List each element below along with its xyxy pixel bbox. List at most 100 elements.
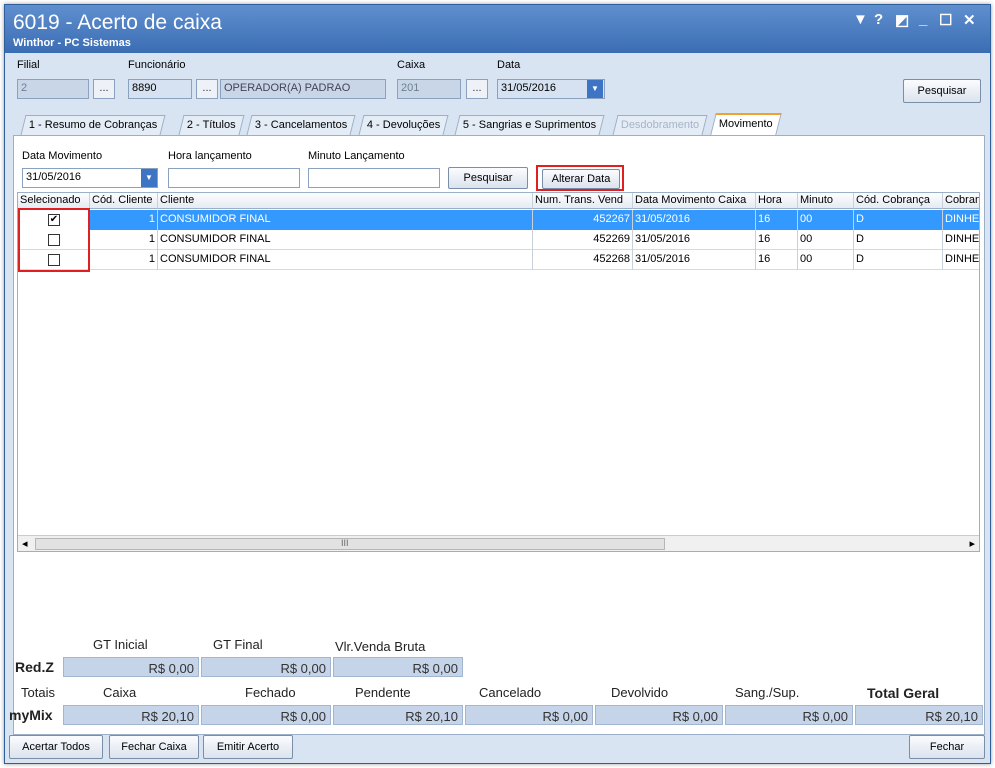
hora-cell: 16	[756, 210, 798, 230]
funcionario-name-field: OPERADOR(A) PADRAO	[220, 79, 386, 99]
minuto-lancamento-field[interactable]	[308, 168, 440, 188]
close-icon[interactable]: ✕	[963, 11, 976, 29]
window-body: Filial 2 ... Funcionário 8890 ... OPERAD…	[5, 53, 990, 763]
tab-resumo-cobrancas[interactable]: 1 - Resumo de Cobranças	[20, 115, 166, 135]
minuto-lancamento-label: Minuto Lançamento	[308, 150, 405, 162]
movimento-grid: Selecionado Cód. Cliente Cliente Num. Tr…	[17, 192, 980, 552]
column-header[interactable]: Cód. Cobrança	[854, 193, 943, 209]
tab-movimento[interactable]: Movimento	[710, 113, 782, 135]
scroll-left-icon[interactable]: ◂	[22, 537, 28, 550]
title-bar: 6019 - Acerto de caixa Winthor - PC Sist…	[5, 5, 990, 53]
table-row[interactable]: 1 CONSUMIDOR FINAL 452268 31/05/2016 16 …	[18, 250, 979, 270]
tab-cancelamentos[interactable]: 3 - Cancelamentos	[246, 115, 356, 135]
cobranca-cell: DINHEIRO	[943, 250, 979, 270]
column-header[interactable]: Num. Trans. Vend	[533, 193, 633, 209]
cod-cliente-cell: 1	[90, 230, 158, 250]
column-header[interactable]: Cód. Cliente	[90, 193, 158, 209]
filial-label: Filial	[17, 59, 40, 71]
data-mov-cell: 31/05/2016	[633, 210, 756, 230]
gt-final-label: GT Final	[213, 637, 263, 652]
tab-desdobramento: Desdobramento	[612, 115, 708, 135]
acertar-todos-button[interactable]: Acertar Todos	[9, 735, 103, 759]
cod-cobranca-cell: D	[854, 250, 943, 270]
table-row[interactable]: ✔ 1 CONSUMIDOR FINAL 452267 31/05/2016 1…	[18, 210, 979, 230]
emitir-acerto-button[interactable]: Emitir Acerto	[203, 735, 293, 759]
hora-cell: 16	[756, 250, 798, 270]
totais-label: Totais	[21, 685, 55, 700]
highlight-box	[536, 165, 624, 191]
gt-inicial-label: GT Inicial	[93, 637, 148, 652]
tab-devolucoes[interactable]: 4 - Devoluções	[358, 115, 449, 135]
caixa-total-label: Caixa	[103, 685, 137, 700]
total-geral-value: R$ 20,10	[855, 705, 983, 725]
funcionario-code-field[interactable]: 8890	[128, 79, 192, 99]
cobranca-cell: DINHEIRO	[943, 210, 979, 230]
filial-lookup-button[interactable]: ...	[93, 79, 115, 99]
horizontal-scrollbar[interactable]: ◂ III ▸	[18, 535, 979, 551]
scroll-thumb[interactable]: III	[35, 538, 665, 550]
column-header[interactable]: Cliente	[158, 193, 533, 209]
hora-lancamento-label: Hora lançamento	[168, 150, 252, 162]
fechar-button[interactable]: Fechar	[909, 735, 985, 759]
menu-dropdown-icon[interactable]: ▼	[853, 11, 868, 28]
tab-sangrias-suprimentos[interactable]: 5 - Sangrias e Suprimentos	[454, 115, 605, 135]
scroll-right-icon[interactable]: ▸	[969, 537, 975, 550]
gt-inicial-value: R$ 0,00	[63, 657, 199, 677]
minimize-icon[interactable]: _	[919, 11, 927, 28]
filial-field[interactable]: 2	[17, 79, 89, 99]
cliente-cell: CONSUMIDOR FINAL	[158, 250, 533, 270]
chevron-down-icon[interactable]: ▼	[587, 80, 603, 98]
vlr-venda-value: R$ 0,00	[333, 657, 463, 677]
cliente-cell: CONSUMIDOR FINAL	[158, 230, 533, 250]
column-header[interactable]: Minuto	[798, 193, 854, 209]
column-header[interactable]: Data Movimento Caixa	[633, 193, 756, 209]
grip-icon: III	[341, 538, 349, 548]
column-header[interactable]: Hora	[756, 193, 798, 209]
cancelado-value: R$ 0,00	[465, 705, 593, 725]
table-row[interactable]: 1 CONSUMIDOR FINAL 452269 31/05/2016 16 …	[18, 230, 979, 250]
chevron-down-icon[interactable]: ▼	[141, 169, 157, 187]
devolvido-value: R$ 0,00	[595, 705, 723, 725]
redz-label: Red.Z	[15, 659, 54, 675]
restore-icon[interactable]: ◩	[895, 11, 909, 29]
fechar-caixa-button[interactable]: Fechar Caixa	[109, 735, 199, 759]
cod-cliente-cell: 1	[90, 210, 158, 230]
num-trans-cell: 452267	[533, 210, 633, 230]
hora-lancamento-field[interactable]	[168, 168, 300, 188]
cancelado-label: Cancelado	[479, 685, 542, 700]
cliente-cell: CONSUMIDOR FINAL	[158, 210, 533, 230]
data-label: Data	[497, 59, 521, 71]
pesquisar-movimento-button[interactable]: Pesquisar	[448, 167, 528, 189]
window-subtitle: Winthor - PC Sistemas	[13, 37, 131, 49]
movimento-panel: Data Movimento 31/05/2016 ▼ Hora lançame…	[13, 135, 985, 735]
mymix-label: myMix	[9, 707, 53, 723]
help-icon[interactable]: ?	[874, 11, 883, 28]
data-movimento-field[interactable]: 31/05/2016	[22, 168, 158, 188]
cod-cliente-cell: 1	[90, 250, 158, 270]
total-geral-label: Total Geral	[867, 685, 940, 701]
caixa-lookup-button[interactable]: ...	[466, 79, 488, 99]
devolvido-label: Devolvido	[611, 685, 669, 700]
pesquisar-button[interactable]: Pesquisar	[903, 79, 981, 103]
column-header[interactable]: Cobrança	[943, 193, 979, 209]
window-title: 6019 - Acerto de caixa	[13, 11, 222, 34]
vlr-venda-label: Vlr.Venda Bruta	[335, 639, 426, 654]
funcionario-label: Funcionário	[128, 59, 186, 71]
funcionario-lookup-button[interactable]: ...	[196, 79, 218, 99]
sang-sup-value: R$ 0,00	[725, 705, 853, 725]
hora-cell: 16	[756, 230, 798, 250]
minuto-cell: 00	[798, 250, 854, 270]
fechado-value: R$ 0,00	[201, 705, 331, 725]
tab-bar: 1 - Resumo de Cobranças 2 - Títulos 3 - …	[15, 113, 975, 137]
data-mov-cell: 31/05/2016	[633, 230, 756, 250]
caixa-field[interactable]: 201	[397, 79, 461, 99]
highlight-box	[18, 208, 90, 272]
pendente-value: R$ 20,10	[333, 705, 463, 725]
tab-titulos[interactable]: 2 - Títulos	[178, 115, 245, 135]
cobranca-cell: DINHEIRO	[943, 230, 979, 250]
column-header[interactable]: Selecionado	[18, 193, 90, 209]
maximize-icon[interactable]: ☐	[939, 11, 952, 29]
minuto-cell: 00	[798, 210, 854, 230]
app-window: 6019 - Acerto de caixa Winthor - PC Sist…	[4, 4, 991, 764]
cod-cobranca-cell: D	[854, 230, 943, 250]
